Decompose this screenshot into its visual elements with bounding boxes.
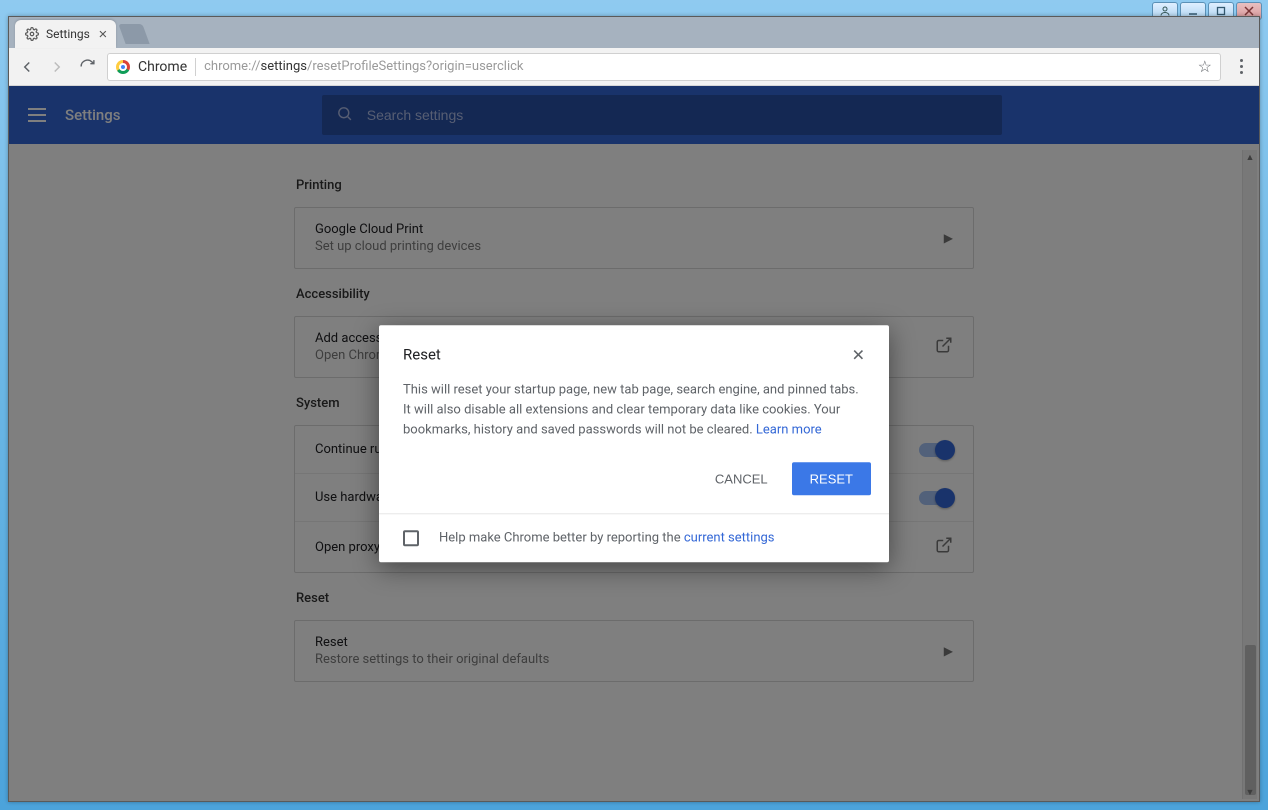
tab-title: Settings (46, 27, 90, 41)
page-content: Settings Printing Google Cloud Print (9, 86, 1259, 801)
forward-button[interactable] (47, 57, 67, 77)
footer-text-part: Help make Chrome better by reporting the (439, 531, 684, 546)
close-icon[interactable]: ✕ (852, 345, 865, 364)
close-icon[interactable]: × (96, 27, 110, 41)
tab-strip: Settings × (9, 17, 1259, 48)
current-settings-link[interactable]: current settings (684, 531, 775, 546)
omnibox-origin-label: Chrome (138, 59, 187, 75)
browser-toolbar: Chrome chrome://settings/resetProfileSet… (9, 48, 1259, 86)
reset-button[interactable]: Reset (792, 462, 871, 495)
dialog-footer-text: Help make Chrome better by reporting the… (439, 531, 775, 546)
reset-dialog: Reset ✕ This will reset your startup pag… (379, 325, 889, 562)
learn-more-link[interactable]: Learn more (756, 422, 822, 437)
gear-icon (25, 27, 39, 41)
omnibox-separator (195, 58, 196, 76)
chrome-icon (116, 60, 130, 74)
os-window-frame: Settings × Chrome chrome://settings/rese… (0, 0, 1268, 810)
reload-button[interactable] (77, 57, 97, 77)
report-settings-checkbox[interactable] (403, 530, 419, 546)
new-tab-button[interactable] (118, 24, 149, 44)
dialog-body: This will reset your startup page, new t… (379, 372, 889, 452)
browser-tab[interactable]: Settings × (15, 20, 116, 48)
browser-window: Settings × Chrome chrome://settings/rese… (8, 16, 1260, 802)
star-icon[interactable]: ☆ (1198, 57, 1212, 76)
browser-menu-button[interactable] (1231, 59, 1251, 74)
back-button[interactable] (17, 57, 37, 77)
cancel-button[interactable]: Cancel (701, 462, 782, 495)
omnibox-url: chrome://settings/resetProfileSettings?o… (204, 59, 1190, 74)
address-bar[interactable]: Chrome chrome://settings/resetProfileSet… (107, 53, 1221, 81)
dialog-title: Reset (403, 345, 852, 363)
